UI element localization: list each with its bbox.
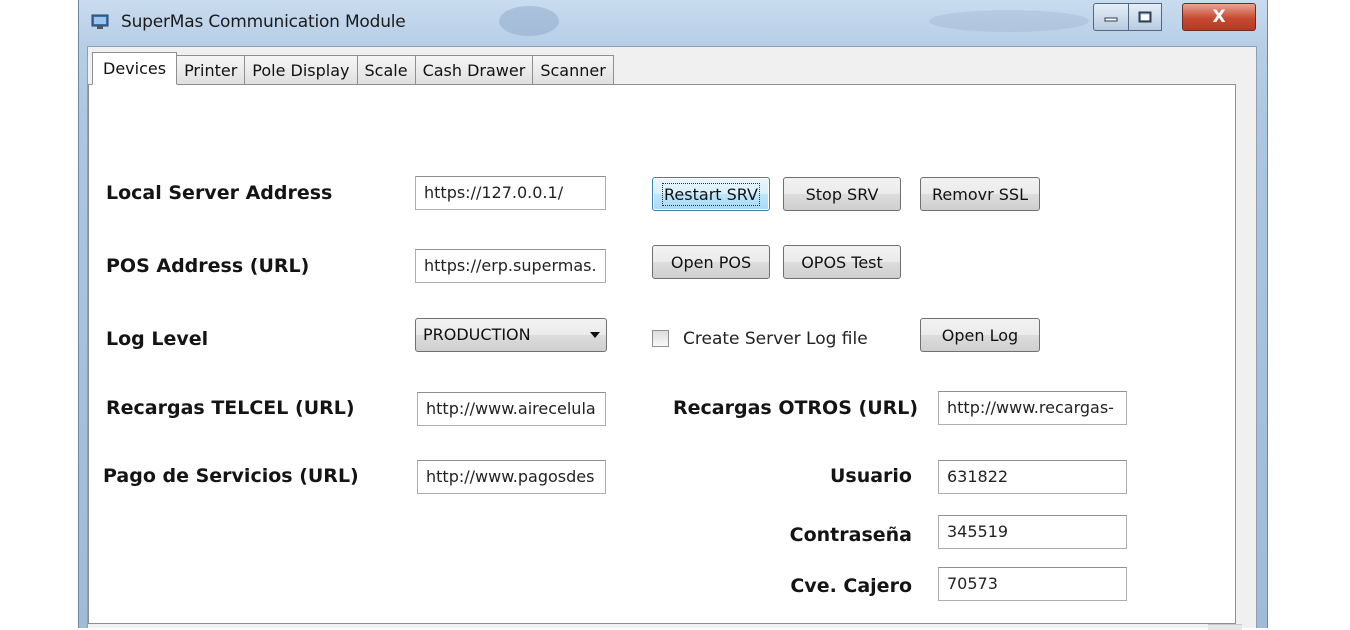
recargas-otros-label: Recargas OTROS (URL) [673,397,919,419]
minimize-button[interactable] [1093,3,1129,31]
tab-devices[interactable]: Devices [92,52,178,85]
stop-srv-button[interactable]: Stop SRV [783,177,901,211]
tab-cash-drawer[interactable]: Cash Drawer [415,55,534,85]
opos-test-button[interactable]: OPOS Test [783,245,901,279]
minimize-icon [1104,17,1118,22]
pos-address-label: POS Address (URL) [106,255,310,277]
restart-srv-label: Restart SRV [662,182,760,206]
open-log-button[interactable]: Open Log [920,318,1040,352]
pos-address-input[interactable]: https://erp.supermas. [415,249,606,283]
tab-scale[interactable]: Scale [357,55,416,85]
local-server-address-input[interactable]: https://127.0.0.1/ [415,176,606,210]
tab-pole-display[interactable]: Pole Display [245,55,358,85]
app-icon [91,14,109,29]
tab-strip: Devices Printer Pole Display Scale Cash … [92,52,614,85]
remove-ssl-button[interactable]: Removr SSL [920,177,1040,211]
contrasena-label: Contraseña [789,524,912,546]
log-level-selected: PRODUCTION [423,325,531,344]
local-server-address-label: Local Server Address [106,182,333,204]
devices-panel: Local Server Address https://127.0.0.1/ … [88,84,1236,624]
title-bar-decoration [499,6,559,36]
create-log-checkbox[interactable] [652,330,669,347]
title-bar[interactable]: SuperMas Communication Module X [79,0,1267,46]
close-button[interactable]: X [1182,3,1256,31]
cve-cajero-label: Cve. Cajero [790,575,912,597]
cve-cajero-input[interactable]: 70573 [938,567,1127,601]
create-log-label[interactable]: Create Server Log file [683,329,868,349]
close-icon: X [1212,7,1226,27]
log-level-select[interactable]: PRODUCTION [415,318,607,352]
pago-servicios-label: Pago de Servicios (URL) [103,465,359,487]
scrollbar-corner [1208,624,1242,630]
recargas-telcel-input[interactable]: http://www.airecelula [417,392,606,426]
usuario-input[interactable]: 631822 [938,460,1127,494]
open-pos-button[interactable]: Open POS [652,245,770,279]
recargas-otros-input[interactable]: http://www.recargas- [938,391,1127,425]
chevron-down-icon [590,332,600,338]
window-title: SuperMas Communication Module [121,12,406,32]
log-level-label: Log Level [106,328,209,350]
tab-scanner[interactable]: Scanner [533,55,614,85]
usuario-label: Usuario [829,465,912,487]
pago-servicios-input[interactable]: http://www.pagosdes [417,460,606,494]
tab-printer[interactable]: Printer [177,55,246,85]
recargas-telcel-label: Recargas TELCEL (URL) [106,397,355,419]
client-area: Devices Printer Pole Display Scale Cash … [87,46,1257,630]
title-bar-decoration [929,10,1089,32]
contrasena-input[interactable]: 345519 [938,515,1127,549]
restart-srv-button[interactable]: Restart SRV [652,177,770,211]
maximize-icon [1138,11,1152,23]
app-window: SuperMas Communication Module X Devices … [78,0,1268,630]
maximize-button[interactable] [1128,3,1162,31]
